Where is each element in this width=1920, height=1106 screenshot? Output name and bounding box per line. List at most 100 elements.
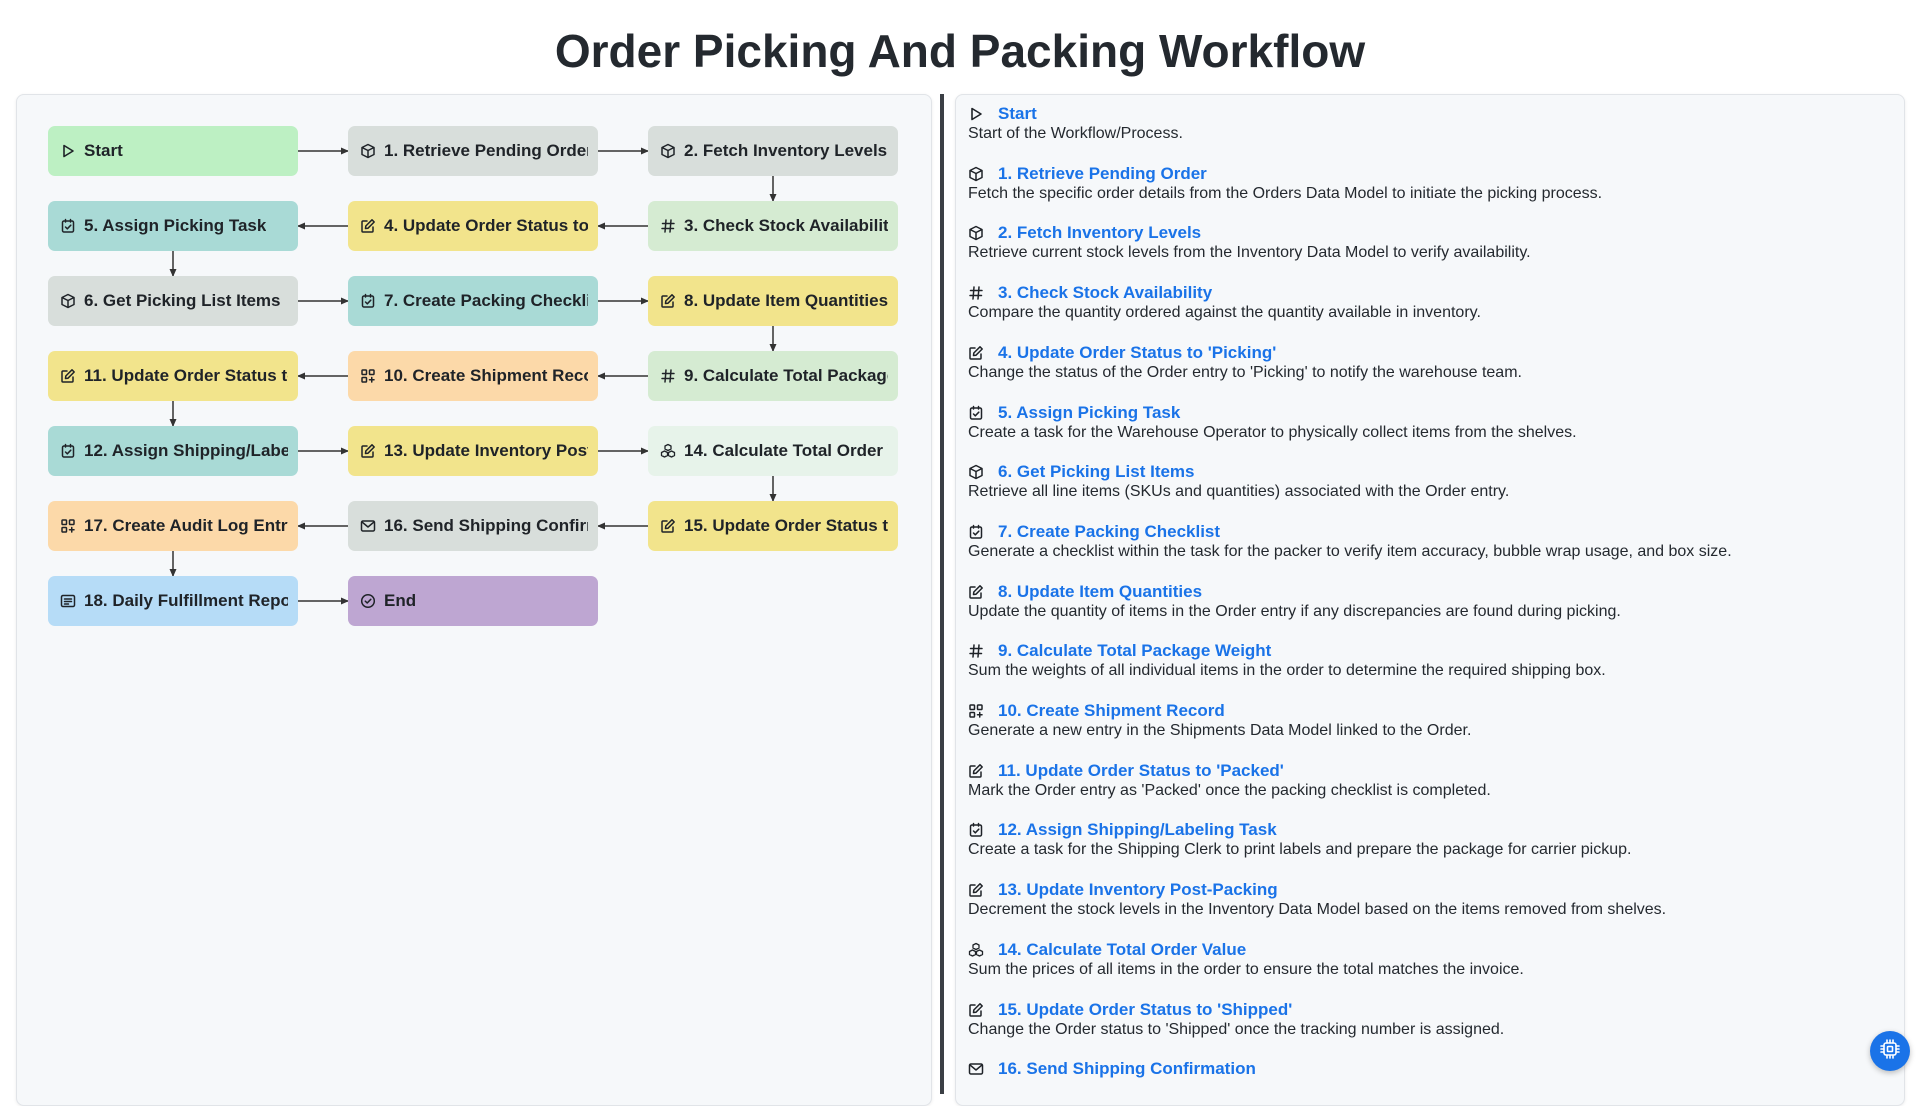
step-item: 8. Update Item Quantities Update the quan… xyxy=(968,581,1888,621)
flow-node-label: 2. Fetch Inventory Levels xyxy=(684,141,888,160)
step-title-link[interactable]: 12. Assign Shipping/Labeling Task xyxy=(998,820,1277,840)
step-description: Create a task for the Warehouse Operator… xyxy=(968,423,1577,441)
flow-node-n13[interactable]: 13. Update Inventory Post-Packing xyxy=(348,426,598,476)
step-item: 11. Update Order Status to 'Packed' Mark … xyxy=(968,760,1888,800)
step-title-link[interactable]: 15. Update Order Status to 'Shipped' xyxy=(998,1000,1292,1020)
flow-node-label: 18. Daily Fulfillment Report xyxy=(84,591,288,610)
step-title-link[interactable]: 8. Update Item Quantities xyxy=(998,582,1202,602)
step-title-link[interactable]: 4. Update Order Status to 'Picking' xyxy=(998,343,1276,363)
step-item: 1. Retrieve Pending Order Fetch the speci… xyxy=(968,163,1888,203)
cubes-icon xyxy=(968,942,984,958)
step-description: Sum the weights of all individual items … xyxy=(968,662,1606,680)
hash-icon xyxy=(660,368,676,384)
flow-node-label: End xyxy=(384,591,417,610)
step-description: Fetch the specific order details from th… xyxy=(968,184,1603,202)
flow-node-n18[interactable]: 18. Daily Fulfillment Report xyxy=(48,576,298,626)
step-item: 14. Calculate Total Order Value Sum the p… xyxy=(968,939,1888,979)
step-item: 15. Update Order Status to 'Shipped' Chan… xyxy=(968,999,1888,1039)
step-description: Change the Order status to 'Shipped' onc… xyxy=(968,1020,1505,1038)
flow-node-n2[interactable]: 2. Fetch Inventory Levels xyxy=(648,126,898,176)
edit-icon xyxy=(660,518,676,534)
cube-icon xyxy=(968,166,984,182)
flow-node-n15[interactable]: 15. Update Order Status to 'Shipped' xyxy=(648,501,898,551)
step-title-link[interactable]: 9. Calculate Total Package Weight xyxy=(998,641,1271,661)
step-item: 5. Assign Picking Task Create a task for … xyxy=(968,402,1888,442)
task-icon xyxy=(968,524,984,540)
flow-node-n12[interactable]: 12. Assign Shipping/Labeling Task xyxy=(48,426,298,476)
step-title-link[interactable]: 6. Get Picking List Items xyxy=(998,462,1195,482)
edit-icon xyxy=(60,368,76,384)
flow-node-n8[interactable]: 8. Update Item Quantities xyxy=(648,276,898,326)
flow-node-n17[interactable]: 17. Create Audit Log Entry xyxy=(48,501,298,551)
flow-node-n16[interactable]: 16. Send Shipping Confirmation xyxy=(348,501,598,551)
flow-node-label: 11. Update Order Status to 'Packed' xyxy=(84,366,288,385)
flow-node-label: 9. Calculate Total Package Weight xyxy=(684,366,888,385)
step-title-link[interactable]: Start xyxy=(998,104,1037,124)
step-description: Decrement the stock levels in the Invent… xyxy=(968,901,1667,919)
flow-node-n1[interactable]: 1. Retrieve Pending Order xyxy=(348,126,598,176)
flow-node-n4[interactable]: 4. Update Order Status to 'Picking' xyxy=(348,201,598,251)
flow-node-label: 5. Assign Picking Task xyxy=(84,216,267,235)
step-description: Sum the prices of all items in the order… xyxy=(968,960,1524,978)
step-item: 4. Update Order Status to 'Picking' Chang… xyxy=(968,342,1888,382)
flow-node-label: 4. Update Order Status to 'Picking' xyxy=(384,216,588,235)
edit-icon xyxy=(968,584,984,600)
task-icon xyxy=(360,293,376,309)
flow-node-n6[interactable]: 6. Get Picking List Items xyxy=(48,276,298,326)
flow-node-start[interactable]: Start xyxy=(48,126,298,176)
task-icon xyxy=(60,443,76,459)
grid-plus-icon xyxy=(60,518,76,534)
details-panel: Start Start of the Workflow/Process. 1. Re… xyxy=(955,94,1905,1106)
assistant-button[interactable] xyxy=(1870,1031,1910,1071)
flow-node-label: 8. Update Item Quantities xyxy=(684,291,888,310)
hash-icon xyxy=(968,285,984,301)
flow-node-n9[interactable]: 9. Calculate Total Package Weight xyxy=(648,351,898,401)
cube-icon xyxy=(968,464,984,480)
flow-node-n5[interactable]: 5. Assign Picking Task xyxy=(48,201,298,251)
edit-icon xyxy=(968,1002,984,1018)
chip-icon xyxy=(1878,1037,1902,1066)
flow-node-label: 7. Create Packing Checklist xyxy=(384,291,588,310)
step-description: Retrieve all line items (SKUs and quanti… xyxy=(968,483,1510,501)
edit-icon xyxy=(968,882,984,898)
step-item: 7. Create Packing Checklist Generate a ch… xyxy=(968,521,1888,561)
flow-node-n10[interactable]: 10. Create Shipment Record xyxy=(348,351,598,401)
flow-node-n14[interactable]: 14. Calculate Total Order Value xyxy=(648,426,898,476)
diagram-panel: Start 1. Retrieve Pending Order 2. Fetch I… xyxy=(16,94,932,1106)
step-title-link[interactable]: 7. Create Packing Checklist xyxy=(998,522,1220,542)
step-title-link[interactable]: 16. Send Shipping Confirmation xyxy=(998,1059,1256,1079)
task-icon xyxy=(968,405,984,421)
step-title-link[interactable]: 11. Update Order Status to 'Packed' xyxy=(998,761,1284,781)
step-title-link[interactable]: 2. Fetch Inventory Levels xyxy=(998,223,1201,243)
step-title-link[interactable]: 1. Retrieve Pending Order xyxy=(998,164,1207,184)
flow-node-label: 13. Update Inventory Post-Packing xyxy=(384,441,588,460)
panel-splitter[interactable] xyxy=(940,94,944,1094)
step-title-link[interactable]: 14. Calculate Total Order Value xyxy=(998,940,1246,960)
cube-icon xyxy=(360,143,376,159)
step-title-link[interactable]: 10. Create Shipment Record xyxy=(998,701,1225,721)
flow-node-end[interactable]: End xyxy=(348,576,598,626)
cube-icon xyxy=(968,225,984,241)
step-item: 10. Create Shipment Record Generate a new… xyxy=(968,700,1888,740)
step-item: 3. Check Stock Availability Compare the q… xyxy=(968,282,1888,322)
step-title-link[interactable]: 13. Update Inventory Post-Packing xyxy=(998,880,1278,900)
step-title-link[interactable]: 3. Check Stock Availability xyxy=(998,283,1212,303)
step-title-link[interactable]: 5. Assign Picking Task xyxy=(998,403,1180,423)
flow-node-label: 17. Create Audit Log Entry xyxy=(84,516,288,535)
flow-node-label: 15. Update Order Status to 'Shipped' xyxy=(684,516,888,535)
flow-node-label: 3. Check Stock Availability xyxy=(684,216,888,235)
check-circle-icon xyxy=(360,593,376,609)
report-icon xyxy=(60,593,76,609)
cubes-icon xyxy=(660,443,676,459)
task-icon xyxy=(60,218,76,234)
step-description: Update the quantity of items in the Orde… xyxy=(968,602,1621,620)
flow-node-n7[interactable]: 7. Create Packing Checklist xyxy=(348,276,598,326)
step-item: 16. Send Shipping Confirmation xyxy=(968,1058,1888,1080)
step-item: 13. Update Inventory Post-Packing Decreme… xyxy=(968,879,1888,919)
task-icon xyxy=(968,822,984,838)
edit-icon xyxy=(968,763,984,779)
edit-icon xyxy=(360,443,376,459)
flow-node-n3[interactable]: 3. Check Stock Availability xyxy=(648,201,898,251)
flow-node-label: 10. Create Shipment Record xyxy=(384,366,588,385)
flow-node-n11[interactable]: 11. Update Order Status to 'Packed' xyxy=(48,351,298,401)
